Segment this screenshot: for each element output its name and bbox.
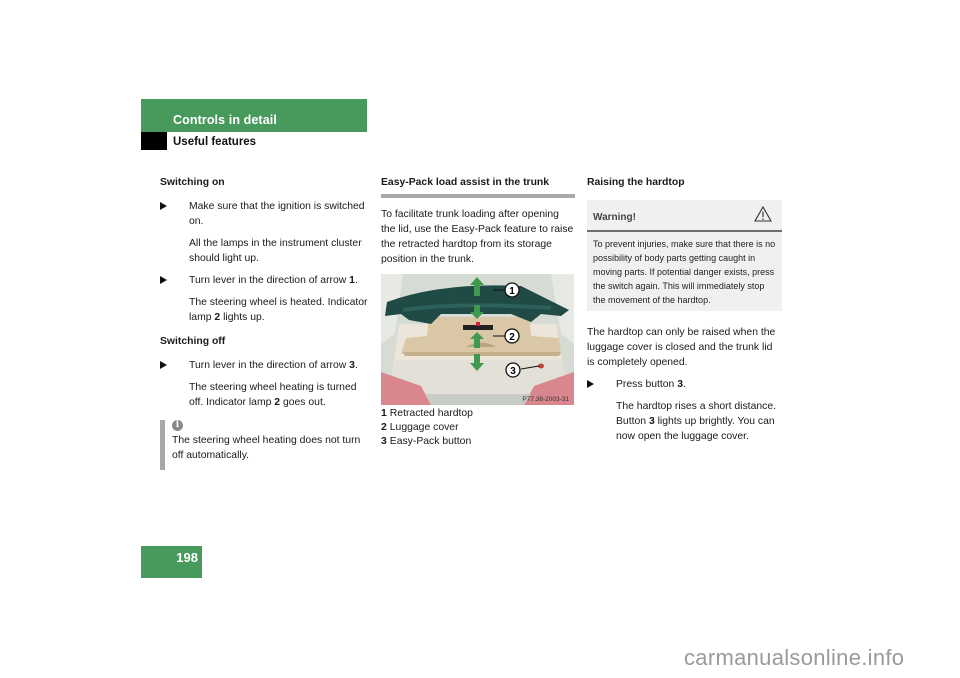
step-turn-lever-off: Turn lever in the direction of arrow 3. — [160, 358, 370, 373]
callout-1: 1 — [509, 286, 515, 297]
step-turn-lever-off-result: The steering wheel heating is turned off… — [189, 382, 357, 408]
info-icon: i — [172, 420, 183, 431]
heading-easy-pack: Easy-Pack load assist in the trunk — [381, 175, 575, 198]
warning-header: Warning! — [587, 200, 782, 232]
bullet-arrow-icon — [587, 380, 594, 388]
step-press-button-result: The hardtop rises a short distance. Butt… — [616, 401, 776, 442]
info-note: i The steering wheel heating does not tu… — [160, 420, 370, 470]
bullet-arrow-icon — [160, 202, 167, 210]
column-raising-hardtop: Raising the hardtop Warning! To prevent … — [587, 175, 782, 444]
easy-pack-intro: To facilitate trunk loading after openin… — [381, 209, 574, 265]
warning-box: Warning! To prevent injuries, make sure … — [587, 200, 782, 311]
step-turn-lever-on: Turn lever in the direction of arrow 1. — [160, 273, 370, 288]
bullet-arrow-icon — [160, 276, 167, 284]
column-steering-heating: Switching on Make sure that the ignition… — [160, 175, 370, 470]
page-number: 198 — [176, 550, 198, 565]
bullet-arrow-icon — [160, 361, 167, 369]
heading-switching-off: Switching off — [160, 336, 226, 347]
column-easy-pack: Easy-Pack load assist in the trunk To fa… — [381, 175, 575, 449]
raising-conditions: The hardtop can only be raised when the … — [587, 327, 776, 368]
step-turn-lever-on-result: The steering wheel is heated. Indicator … — [189, 297, 368, 323]
warning-title: Warning! — [593, 212, 636, 223]
watermark: carmanualsonline.info — [684, 645, 905, 670]
legend-item: 1 Retracted hardtop — [381, 408, 473, 419]
trunk-illustration: 1 2 3 P77.38-2003-31 — [381, 274, 574, 405]
subsection-marker — [141, 132, 167, 150]
legend-item: 2 Luggage cover — [381, 422, 459, 433]
subsection-title: Useful features — [173, 136, 257, 148]
heading-switching-on: Switching on — [160, 177, 225, 188]
section-title: Controls in detail — [173, 113, 277, 127]
callout-3: 3 — [510, 366, 516, 377]
figure-code: P77.38-2003-31 — [522, 396, 569, 403]
step-ignition: Make sure that the ignition is switched … — [160, 199, 370, 229]
step-ignition-result: All the lamps in the instrument cluster … — [189, 238, 362, 264]
page-number-badge: 198 — [141, 546, 202, 578]
warning-triangle-icon — [754, 206, 772, 222]
figure-legend: 1 Retracted hardtop 2 Luggage cover 3 Easy-… — [381, 407, 575, 449]
info-text: The steering wheel heating does not turn… — [172, 435, 361, 461]
heading-raising-hardtop: Raising the hardtop — [587, 177, 685, 188]
step-press-button: Press button 3. — [587, 377, 782, 392]
callout-2: 2 — [509, 332, 515, 343]
info-bar — [160, 420, 165, 470]
legend-item: 3 Easy-Pack button — [381, 436, 472, 447]
warning-text: To prevent injuries, make sure that ther… — [593, 239, 776, 305]
